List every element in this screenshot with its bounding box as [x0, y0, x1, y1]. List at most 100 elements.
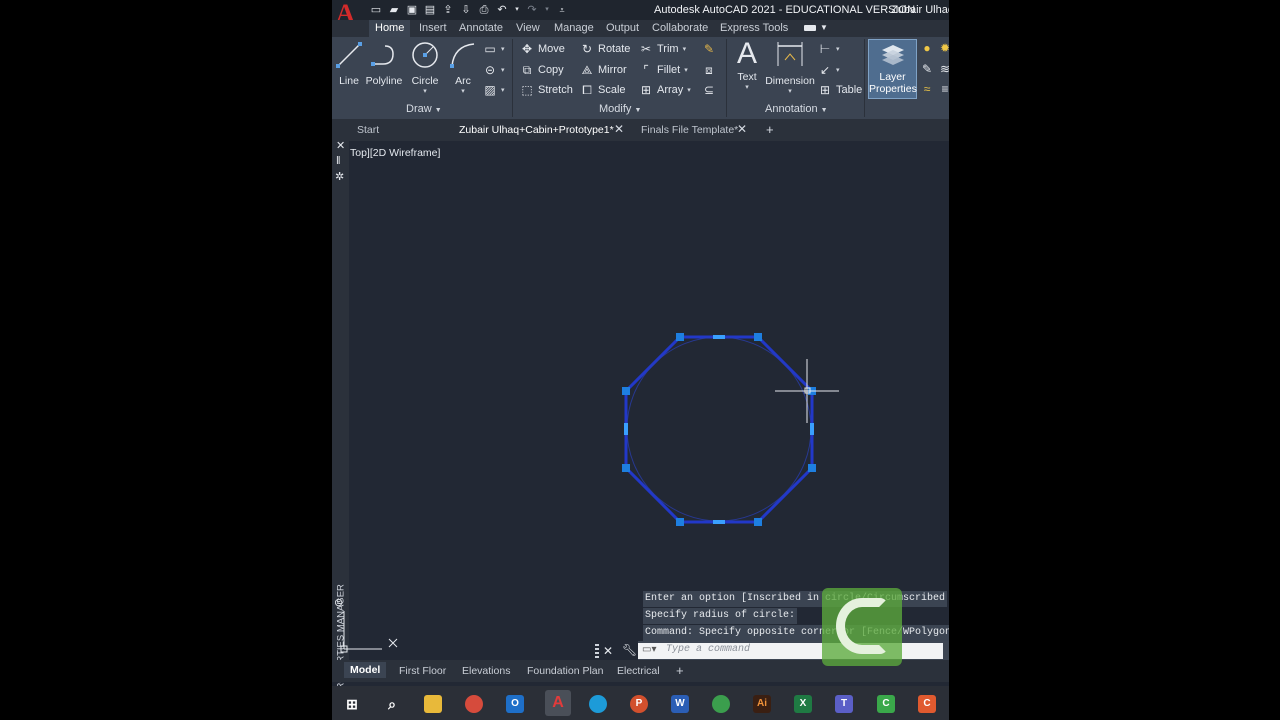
undo-icon[interactable]: ↶ [496, 4, 508, 16]
chrome-icon[interactable] [465, 695, 483, 713]
save-as-icon[interactable]: ▤ [424, 4, 436, 16]
tab-view[interactable]: View [516, 22, 540, 34]
layer-tools-row2[interactable]: ✎ ≋ [920, 62, 949, 76]
rectangle-tool[interactable]: ▭ ▾ [483, 42, 505, 56]
print-icon[interactable]: ⎙ [478, 4, 490, 16]
table-tool[interactable]: ⊞ Table [818, 83, 862, 97]
new-file-icon[interactable]: ▭ [370, 4, 382, 16]
tab-finals-template[interactable]: Finals File Template* [641, 124, 738, 136]
tab-elevations[interactable]: Elevations [462, 665, 510, 677]
dimension-tool[interactable]: Dimension ▾ [764, 40, 816, 95]
line-tool[interactable]: Line [334, 40, 364, 87]
windows-icon[interactable]: ⊞ [343, 695, 361, 713]
tab-cabin-prototype[interactable]: Zubair Ulhaq+Cabin+Prototype1* [459, 124, 614, 136]
ellipse-dropdown-icon[interactable]: ▾ [501, 66, 505, 74]
dimension-dropdown-icon[interactable]: ▾ [764, 87, 816, 95]
annotation-panel-title[interactable]: Annotation ▼ [765, 103, 828, 119]
upload-icon[interactable]: ⇪ [442, 4, 454, 16]
circle-tool[interactable]: Circle ▾ [409, 40, 441, 95]
save-icon[interactable]: ▣ [406, 4, 418, 16]
polyline-tool[interactable]: Polyline [365, 40, 403, 87]
outlook-icon[interactable]: O [506, 695, 524, 713]
tab-electrical[interactable]: Electrical [617, 665, 660, 677]
autocad-icon[interactable]: A [545, 690, 571, 716]
leader-tool[interactable]: ↙ ▾ [818, 63, 840, 77]
tab-model[interactable]: Model [344, 662, 387, 678]
edge-icon[interactable] [589, 695, 607, 713]
command-line[interactable]: ▭▾ Type a command [638, 641, 949, 661]
text-tool[interactable]: A Text ▾ [732, 39, 762, 92]
trim-dropdown-icon[interactable]: ▾ [683, 45, 687, 53]
fillet-dropdown-icon[interactable]: ▾ [684, 66, 688, 74]
redo-dropdown-icon[interactable]: ▾ [544, 4, 550, 16]
tab-express-tools[interactable]: Express Tools [720, 22, 788, 34]
layer-properties-button[interactable]: Layer Properties [868, 39, 917, 99]
undo-dropdown-icon[interactable]: ▾ [514, 4, 520, 16]
tab-start[interactable]: Start [357, 124, 379, 136]
redo-icon[interactable]: ↷ [526, 4, 538, 16]
move-tool[interactable]: ✥ Move [520, 42, 565, 56]
new-tab-plus-icon[interactable]: + [766, 122, 774, 137]
user-name[interactable]: Zubair Ulhaq [891, 4, 949, 16]
stretch-tool[interactable]: ⬚ Stretch [520, 83, 573, 97]
tab-insert[interactable]: Insert [419, 22, 447, 34]
scale-tool[interactable]: ⧠ Scale [580, 83, 625, 97]
close-command-line-icon[interactable]: ✕ [603, 644, 613, 658]
hatch-dropdown-icon[interactable]: ▾ [501, 86, 505, 94]
close-tab-icon[interactable]: ✕ [737, 122, 747, 136]
tab-first-floor[interactable]: First Floor [399, 665, 446, 677]
grips[interactable] [622, 333, 816, 526]
ribbon-toggle-dropdown-icon[interactable]: ▼ [820, 23, 828, 32]
rectangle-dropdown-icon[interactable]: ▾ [501, 45, 505, 53]
tab-output[interactable]: Output [606, 22, 639, 34]
modify-panel-title[interactable]: Modify ▼ [599, 103, 641, 119]
annotation-panel-dropdown-icon[interactable]: ▼ [821, 107, 828, 114]
array-dropdown-icon[interactable]: ▾ [687, 86, 691, 94]
ellipse-tool[interactable]: ⊝ ▾ [483, 63, 505, 77]
powerpoint-icon[interactable]: P [630, 695, 648, 713]
excel-icon[interactable]: X [794, 695, 812, 713]
array-tool[interactable]: ⊞ Array ▾ [639, 83, 691, 97]
drawing-canvas[interactable] [332, 141, 949, 660]
rotate-tool[interactable]: ↻ Rotate [580, 42, 630, 56]
tab-foundation-plan[interactable]: Foundation Plan [527, 665, 603, 677]
draw-panel-title[interactable]: Draw ▼ [406, 103, 442, 119]
illustrator-icon[interactable]: Ai [753, 695, 771, 713]
tab-annotate[interactable]: Annotate [459, 22, 503, 34]
linear-dim-tool[interactable]: ⊢ ▾ [818, 42, 840, 56]
word-icon[interactable]: W [671, 695, 689, 713]
hatch-tool[interactable]: ▨ ▾ [483, 83, 505, 97]
arc-tool[interactable]: Arc ▾ [448, 40, 478, 95]
customize-toolbar-icon[interactable]: ⩡ [556, 4, 568, 16]
tab-collaborate[interactable]: Collaborate [652, 22, 708, 34]
command-line-grip[interactable] [595, 644, 599, 658]
arc-dropdown-icon[interactable]: ▾ [448, 87, 478, 95]
fillet-tool[interactable]: ⌜ Fillet ▾ [639, 63, 688, 77]
layer-on-tool[interactable]: ● ✹ [920, 41, 949, 55]
tab-home[interactable]: Home [369, 20, 411, 37]
leader-dropdown-icon[interactable]: ▾ [836, 66, 840, 74]
close-tab-icon[interactable]: ✕ [614, 122, 624, 136]
linear-dimension-dropdown-icon[interactable]: ▾ [836, 45, 840, 53]
new-layout-plus-icon[interactable]: + [676, 663, 684, 678]
command-prompt-icon[interactable]: ▭▾ [642, 644, 656, 655]
copy-tool[interactable]: ⧉ Copy [520, 63, 564, 77]
open-folder-icon[interactable]: ▰ [388, 4, 400, 16]
text-dropdown-icon[interactable]: ▾ [732, 83, 762, 91]
search-icon[interactable]: ⌕ [383, 695, 401, 713]
mirror-tool[interactable]: ⟁ Mirror [580, 63, 627, 77]
tab-manage[interactable]: Manage [554, 22, 594, 34]
draw-panel-dropdown-icon[interactable]: ▼ [435, 107, 442, 114]
ribbon-toggle-icon[interactable] [804, 25, 816, 31]
chrome-icon[interactable] [712, 695, 730, 713]
teams-icon[interactable]: T [835, 695, 853, 713]
layer-tools-row3[interactable]: ≈ ≡ [920, 82, 949, 96]
erase-tool[interactable]: ✎ [702, 42, 716, 56]
modify-panel-dropdown-icon[interactable]: ▼ [634, 107, 641, 114]
file-explorer-icon[interactable] [424, 695, 442, 713]
offset-tool[interactable]: ⊆ [702, 83, 716, 97]
download-icon[interactable]: ⇩ [460, 4, 472, 16]
customize-wrench-icon[interactable]: 🔧︎ [622, 643, 637, 657]
trim-tool[interactable]: ✂ Trim ▾ [639, 42, 686, 56]
camtasia-recorder-icon[interactable]: C [918, 695, 936, 713]
